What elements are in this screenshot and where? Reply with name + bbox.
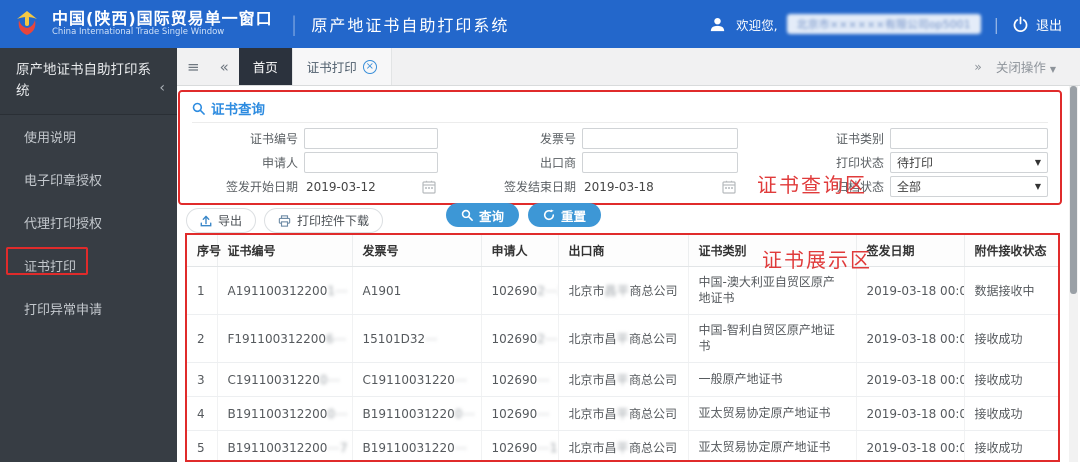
table-row[interactable]: 5 B191100312200⋯7 B19110031220⋯ 102690⋯1… [187, 430, 1058, 460]
table-row[interactable]: 4 B1911003122000⋯ B191100312200⋯ 102690⋯… [187, 396, 1058, 432]
tab-bar: ≡ « 首页 证书打印 × » 关闭操作 ▼ [177, 48, 1080, 86]
topbar-divider: | [290, 12, 298, 36]
export-button[interactable]: 导出 [186, 208, 257, 233]
user-icon [710, 17, 725, 31]
brand-block: 中国(陕西)国际贸易单一窗口 China International Trade… [52, 8, 273, 38]
logout-button[interactable]: 退出 [1012, 15, 1062, 34]
col-header-index: 序号 [187, 235, 221, 267]
power-icon [1013, 16, 1028, 32]
certificate-table: 序号 证书编号 发票号 申请人 出口商 证书类别 签发日期 附件接收状态 1 A… [187, 235, 1058, 460]
status-badge: 数据接收中 [964, 266, 1058, 316]
sidebar-collapse-icon[interactable]: ‹ [159, 78, 165, 100]
status-badge: 接收成功 [964, 314, 1058, 364]
scrollbar-thumb[interactable] [1070, 86, 1077, 294]
collapse-tabs-left-icon[interactable]: « [210, 48, 239, 85]
search-button[interactable]: 查询 [446, 203, 520, 227]
brand-title: 中国(陕西)国际贸易单一窗口 [52, 8, 273, 28]
col-header-invoice-no: 发票号 [352, 235, 482, 267]
issue-end-date-label: 签发结束日期 [503, 180, 576, 194]
topbar-separator: | [993, 14, 999, 34]
export-icon [200, 215, 212, 226]
certificate-query-panel: 证书查询 证书编号 发票号 证书类别 申请人 出口商 打印状态 待打印 ▼ 签发… [178, 90, 1062, 227]
col-header-cert-type: 证书类别 [688, 235, 857, 267]
search-icon [192, 102, 205, 115]
print-control-download-button[interactable]: 打印控件下载 [264, 208, 384, 233]
sidebar: 原产地证书自助打印系统 ‹ 使用说明 电子印章授权 代理打印授权 证书打印 打印… [0, 48, 177, 462]
col-header-cert-no: 证书编号 [217, 235, 353, 267]
sidebar-item-usage-instructions[interactable]: 使用说明 [0, 115, 177, 158]
calendar-icon[interactable] [422, 180, 436, 194]
cert-no-input[interactable] [304, 128, 438, 149]
status-badge: 接收成功 [964, 430, 1058, 460]
applicant-label: 申请人 [261, 156, 298, 170]
cert-no-label: 证书编号 [249, 132, 298, 146]
close-tab-icon[interactable]: × [362, 59, 377, 74]
printer-icon [278, 214, 291, 227]
col-header-issue-date: 签发日期 [856, 235, 965, 267]
sidebar-title[interactable]: 原产地证书自助打印系统 ‹ [0, 48, 177, 115]
chevron-down-icon: ▼ [1034, 158, 1041, 167]
refresh-icon [544, 209, 555, 221]
cert-type-label: 证书类别 [835, 132, 884, 146]
search-icon [461, 209, 473, 221]
sidebar-item-print-exception-request[interactable]: 打印异常申请 [0, 287, 177, 330]
sidebar-item-eseal-authorization[interactable]: 电子印章授权 [0, 158, 177, 201]
invoice-no-label: 发票号 [539, 132, 576, 146]
table-row[interactable]: 1 A1911003122001⋯ A1901 1026902⋯3 北京市昌平商… [187, 266, 1058, 316]
cert-type-input[interactable] [890, 128, 1048, 149]
sidebar-item-certificate-print[interactable]: 证书打印 [0, 244, 177, 287]
calendar-icon[interactable] [722, 180, 736, 194]
chevron-down-icon: ▼ [1049, 65, 1056, 74]
col-header-exporter: 出口商 [558, 235, 689, 267]
status-badge: 接收成功 [964, 362, 1058, 398]
table-row[interactable]: 3 C191100312200⋯ C19110031220⋯ 102690⋯ 北… [187, 362, 1058, 398]
vertical-scrollbar[interactable] [1069, 86, 1078, 462]
app-title: 原产地证书自助打印系统 [311, 16, 510, 35]
sidebar-item-proxy-print-authorization[interactable]: 代理打印授权 [0, 201, 177, 244]
print-status-select[interactable]: 待打印 ▼ [890, 152, 1048, 173]
top-bar: 中国(陕西)国际贸易单一窗口 China International Trade… [0, 0, 1080, 48]
reset-button[interactable]: 重置 [528, 203, 602, 227]
status-badge: 接收成功 [964, 396, 1058, 432]
col-header-attach-status: 附件接收状态 [964, 235, 1058, 267]
expand-tabs-right-icon[interactable]: » [974, 59, 982, 74]
col-header-applicant: 申请人 [481, 235, 559, 267]
chevron-down-icon: ▼ [1034, 182, 1041, 191]
close-operations-dropdown[interactable]: 关闭操作 ▼ [996, 57, 1056, 76]
exporter-label: 出口商 [539, 156, 576, 170]
archive-status-select[interactable]: 全部 ▼ [890, 176, 1048, 197]
redacted-username: 北京市××××××有限公司op5001 [786, 14, 981, 34]
issue-start-date-label: 签发开始日期 [225, 180, 298, 194]
logout-label: 退出 [1035, 18, 1062, 34]
archive-status-label: 归档状态 [835, 180, 884, 194]
table-row[interactable]: 2 F1911003122006⋯ 15101D32⋯ 1026902⋯ 北京市… [187, 314, 1058, 364]
exporter-input[interactable] [582, 152, 738, 173]
menu-icon[interactable]: ≡ [177, 48, 210, 85]
brand-subtitle: China International Trade Single Window [52, 27, 225, 38]
issue-end-date-input[interactable]: 2019-03-18 [582, 176, 738, 197]
tab-home[interactable]: 首页 [238, 48, 292, 85]
issue-start-date-input[interactable]: 2019-03-12 [304, 176, 438, 197]
welcome-text: 欢迎您, [736, 17, 778, 33]
query-panel-title: 证书查询 [192, 98, 1048, 123]
table-toolbar: 导出 打印控件下载 [186, 208, 384, 233]
tab-certificate-print[interactable]: 证书打印 × [291, 48, 392, 85]
print-status-label: 打印状态 [835, 156, 884, 170]
invoice-no-input[interactable] [582, 128, 738, 149]
certificate-table-panel: 序号 证书编号 发票号 申请人 出口商 证书类别 签发日期 附件接收状态 1 A… [185, 233, 1060, 462]
applicant-input[interactable] [304, 152, 438, 173]
table-header-row: 序号 证书编号 发票号 申请人 出口商 证书类别 签发日期 附件接收状态 [187, 235, 1058, 267]
brand-logo-icon [17, 11, 37, 35]
